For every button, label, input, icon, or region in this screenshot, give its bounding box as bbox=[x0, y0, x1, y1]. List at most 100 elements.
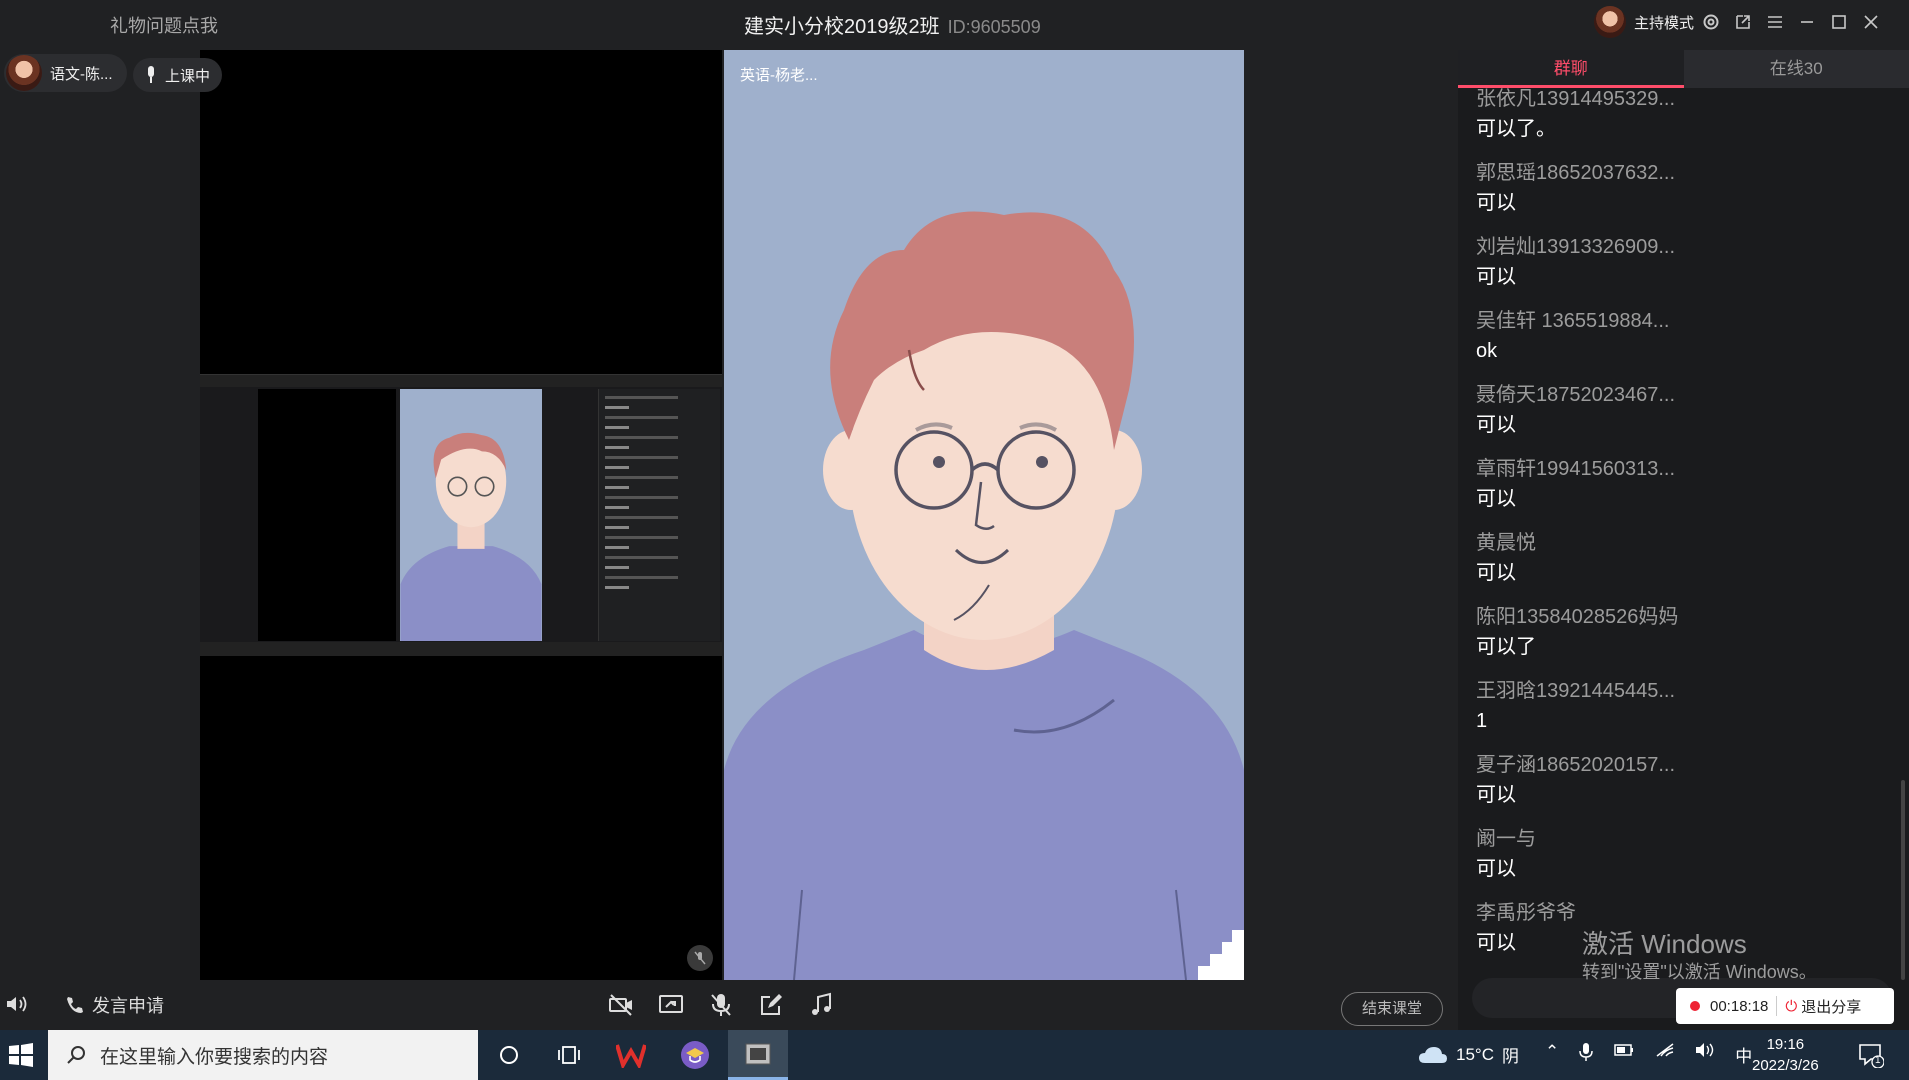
message-sender: 刘岩灿13913326909... bbox=[1476, 236, 1676, 258]
ime-indicator[interactable]: 中 bbox=[1735, 1042, 1752, 1067]
message-sender: 王羽晗13921445445... bbox=[1476, 680, 1676, 702]
recording-time: 00:18:18 bbox=[1710, 997, 1769, 1015]
menu-icon[interactable] bbox=[1764, 8, 1786, 36]
popout-icon[interactable] bbox=[1732, 8, 1754, 36]
chat-message: 阚一与 可以 bbox=[1476, 822, 1886, 896]
class-status-chip: 上课中 bbox=[133, 58, 223, 92]
clock-date: 2022/3/26 bbox=[1752, 1057, 1819, 1074]
wps-office-icon[interactable] bbox=[614, 1038, 648, 1072]
close-icon[interactable] bbox=[1860, 8, 1882, 36]
chat-message: 王羽晗13921445445... 1 bbox=[1476, 674, 1886, 748]
speaker-icon[interactable] bbox=[4, 992, 30, 1018]
english-teacher-video: 英语-杨老... bbox=[724, 50, 1244, 980]
activate-windows-hint: 转到"设置"以激活 Windows。 bbox=[1582, 962, 1817, 982]
maximize-icon[interactable] bbox=[1828, 8, 1850, 36]
tray-mic-icon[interactable] bbox=[1579, 1042, 1593, 1067]
windows-start-icon[interactable] bbox=[8, 1042, 36, 1070]
system-clock[interactable]: 19:16 2022/3/26 bbox=[1752, 1034, 1819, 1076]
cortana-icon[interactable] bbox=[492, 1038, 526, 1072]
chat-message: 章雨轩19941560313... 可以 bbox=[1476, 452, 1886, 526]
title-bar: 礼物问题点我 建实小分校2019级2班 ID:9605509 主持模式 bbox=[0, 0, 1909, 46]
edit-icon[interactable] bbox=[758, 992, 784, 1018]
message-text: 可以 bbox=[1476, 858, 1516, 880]
class-status: 上课中 bbox=[165, 67, 211, 85]
stairs-decoration bbox=[1198, 930, 1244, 980]
chat-message-list[interactable]: 张依凡13914495329... 可以了。 郭思瑶18652037632... 可… bbox=[1476, 82, 1886, 1002]
message-sender: 陈阳13584028526妈妈 bbox=[1476, 606, 1679, 628]
teacher-avatar bbox=[6, 55, 42, 91]
message-text: 可以 bbox=[1476, 192, 1516, 214]
classroom-app-icon[interactable] bbox=[678, 1038, 712, 1072]
muted-mic-icon bbox=[687, 945, 713, 971]
wifi-icon[interactable] bbox=[1655, 1042, 1675, 1067]
notification-count: 1 bbox=[1875, 1055, 1881, 1066]
teacher-chip[interactable]: 语文-陈... bbox=[4, 54, 127, 92]
chat-panel: 群聊 在线30 张依凡13914495329... 可以了。 郭思瑶1865203… bbox=[1458, 50, 1909, 1050]
end-class-button[interactable]: 结束课堂 bbox=[1341, 992, 1443, 1026]
teacher-name: 语文-陈... bbox=[50, 65, 113, 83]
chat-message: 陈阳13584028526妈妈 可以了 bbox=[1476, 600, 1886, 674]
notification-center-icon[interactable]: 1 bbox=[1858, 1042, 1885, 1069]
class-name: 建实小分校2019级2班 bbox=[744, 16, 940, 38]
chat-message: 张依凡13914495329... 可以了。 bbox=[1476, 82, 1886, 156]
weather-temp: 15°C bbox=[1456, 1044, 1494, 1064]
raise-hand-button[interactable]: 发言申请 bbox=[64, 992, 164, 1018]
message-sender: 聂倚天18752023467... bbox=[1476, 384, 1676, 406]
gift-issue-link[interactable]: 礼物问题点我 bbox=[110, 12, 218, 38]
camera-off-icon[interactable] bbox=[608, 992, 634, 1018]
message-text: 可以 bbox=[1476, 784, 1516, 806]
preview-chat bbox=[598, 389, 720, 641]
message-text: 可以 bbox=[1476, 414, 1516, 436]
mic-off-icon[interactable] bbox=[708, 992, 734, 1018]
settings-icon[interactable] bbox=[1700, 8, 1722, 36]
activate-windows-title: 激活 Windows bbox=[1582, 929, 1747, 959]
search-placeholder: 在这里输入你要搜索的内容 bbox=[100, 1046, 329, 1068]
power-icon: ⏻ bbox=[1785, 997, 1798, 1015]
message-text: 可以了。 bbox=[1476, 118, 1556, 140]
preview-video bbox=[400, 389, 542, 641]
recording-bar: 00:18:18 ⏻ 退出分享 bbox=[1676, 988, 1894, 1024]
message-text: 可以 bbox=[1476, 562, 1516, 584]
message-sender: 吴佳轩 1365519884... bbox=[1476, 310, 1670, 332]
chat-message: 吴佳轩 1365519884... ok bbox=[1476, 304, 1886, 378]
cloud-icon bbox=[1419, 1046, 1447, 1063]
task-view-icon[interactable] bbox=[552, 1038, 586, 1072]
weather-desc: 阴 bbox=[1501, 1047, 1519, 1066]
message-text: ok bbox=[1476, 340, 1498, 362]
system-tray: ⌃ 中 bbox=[1545, 1042, 1752, 1067]
classroom-window-icon bbox=[745, 1043, 771, 1065]
message-sender: 黄晨悦 bbox=[1476, 532, 1536, 554]
taskbar-search[interactable]: 在这里输入你要搜索的内容 bbox=[48, 1030, 478, 1080]
chat-message: 聂倚天18752023467... 可以 bbox=[1476, 378, 1886, 452]
search-icon bbox=[67, 1046, 85, 1064]
battery-icon[interactable] bbox=[1613, 1042, 1635, 1067]
message-text: 1 bbox=[1476, 710, 1488, 732]
active-window-tab[interactable] bbox=[728, 1030, 788, 1080]
window-controls bbox=[1700, 8, 1882, 36]
microphone-icon bbox=[148, 66, 154, 83]
chat-message: 郭思瑶18652037632... 可以 bbox=[1476, 156, 1886, 230]
message-sender: 郭思瑶18652037632... bbox=[1476, 162, 1676, 184]
exit-share-button[interactable]: ⏻ 退出分享 bbox=[1785, 996, 1861, 1017]
host-mode[interactable]: 主持模式 bbox=[1594, 6, 1694, 38]
app-window: 礼物问题点我 建实小分校2019级2班 ID:9605509 主持模式 英语-杨… bbox=[0, 0, 1909, 1050]
class-title: 建实小分校2019级2班 ID:9605509 bbox=[744, 10, 1041, 39]
minimize-icon[interactable] bbox=[1796, 8, 1818, 36]
message-sender: 章雨轩19941560313... bbox=[1476, 458, 1676, 480]
screen-share-icon[interactable] bbox=[658, 992, 684, 1018]
message-text: 可以 bbox=[1476, 266, 1516, 288]
raise-hand-label: 发言申请 bbox=[92, 996, 164, 1016]
tray-expand-icon[interactable]: ⌃ bbox=[1545, 1042, 1559, 1067]
class-id: ID:9605509 bbox=[947, 17, 1041, 37]
message-text: 可以 bbox=[1476, 488, 1516, 510]
weather-widget[interactable]: 15°C 阴 bbox=[1418, 1042, 1519, 1067]
music-icon[interactable] bbox=[808, 992, 834, 1018]
shared-screen-preview bbox=[200, 374, 722, 656]
volume-icon[interactable] bbox=[1695, 1042, 1715, 1067]
chat-message: 黄晨悦 可以 bbox=[1476, 526, 1886, 600]
chat-message: 刘岩灿13913326909... 可以 bbox=[1476, 230, 1886, 304]
recording-dot-icon bbox=[1690, 1001, 1700, 1011]
chat-scrollbar[interactable] bbox=[1901, 780, 1905, 980]
chat-message: 夏子涵18652020157... 可以 bbox=[1476, 748, 1886, 822]
clock-time: 19:16 bbox=[1766, 1036, 1805, 1053]
